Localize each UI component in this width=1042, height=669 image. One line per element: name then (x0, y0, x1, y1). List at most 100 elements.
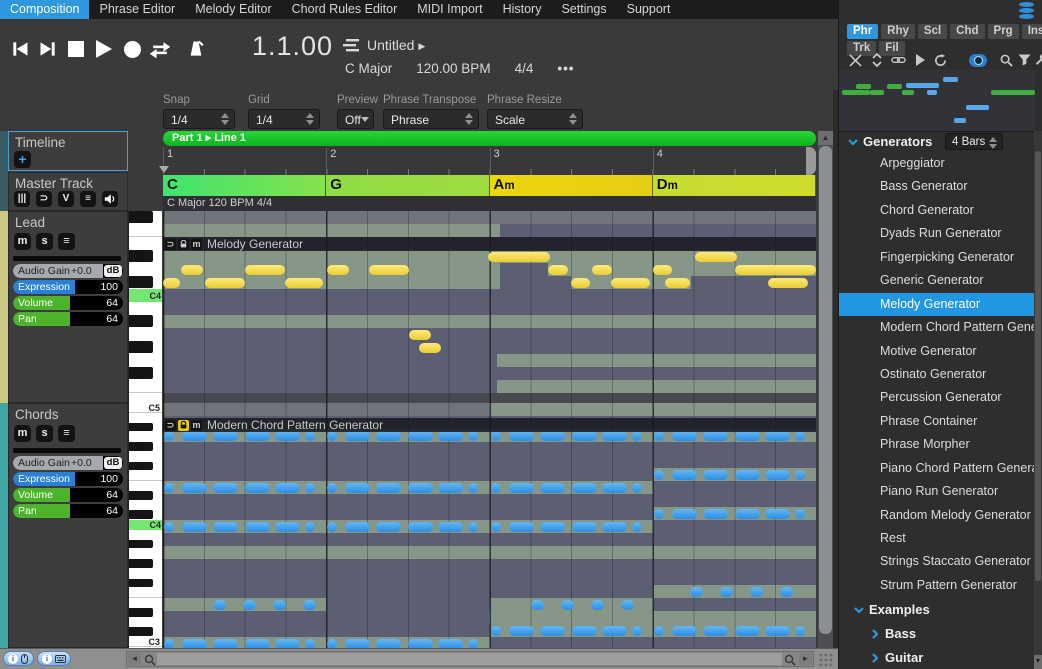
chords-note[interactable] (182, 431, 207, 441)
chords-note[interactable] (345, 522, 370, 532)
mute-icon[interactable]: m (191, 420, 202, 431)
song-title[interactable]: Untitled (367, 37, 414, 53)
chords-note[interactable] (765, 509, 790, 519)
lock-icon[interactable] (178, 420, 189, 431)
chords-note[interactable] (345, 639, 370, 649)
chords-note[interactable] (654, 431, 664, 441)
examples-header[interactable]: Examples (839, 599, 1035, 622)
piano-icon[interactable]: ||| (14, 191, 30, 207)
menu-item-phrase-editor[interactable]: Phrase Editor (89, 0, 185, 19)
generator-item-bass-generator[interactable]: Bass Generator (839, 175, 1035, 198)
highlighted-key-c4[interactable]: C4 (129, 520, 162, 530)
chevron-down-icon[interactable] (847, 136, 859, 148)
chords-note[interactable] (491, 431, 501, 441)
chords-note[interactable] (164, 522, 174, 532)
black-key[interactable] (129, 462, 153, 471)
chords-note[interactable] (408, 522, 433, 532)
black-key[interactable] (129, 250, 153, 262)
skip-start-icon[interactable] (8, 38, 32, 60)
chords-note[interactable] (765, 431, 790, 441)
chords-note[interactable] (509, 522, 534, 532)
scroll-up-icon[interactable]: ▲ (818, 131, 833, 145)
generator-item-piano-run-generator[interactable]: Piano Run Generator (839, 480, 1035, 503)
chords-note[interactable] (327, 431, 337, 441)
sidebar-scrollbar[interactable]: ▼ (1034, 131, 1042, 669)
wrench-icon[interactable] (1031, 52, 1042, 68)
chords-note[interactable] (690, 587, 703, 597)
phrase-header[interactable]: ⊃mModern Chord Pattern Generator (163, 418, 816, 432)
generator-item-dyads-run-generator[interactable]: Dyads Run Generator (839, 222, 1035, 245)
chords-note[interactable] (182, 522, 207, 532)
expression-slider[interactable]: Expression100 (13, 280, 123, 294)
generator-item-generic-generator[interactable]: Generic Generator (839, 269, 1035, 292)
generator-item-random-melody-generator[interactable]: Random Melody Generator (839, 504, 1035, 527)
more-options-icon[interactable]: ••• (557, 61, 574, 76)
chords-note[interactable] (164, 639, 174, 649)
tab-prg[interactable]: Prg (988, 24, 1019, 39)
chords-note[interactable] (245, 431, 270, 441)
chords-note[interactable] (245, 522, 270, 532)
piano-keyboard-lead[interactable]: C4 (128, 211, 162, 403)
chords-note[interactable] (305, 431, 315, 441)
ruler-resize-handle[interactable] (806, 147, 816, 175)
keyboard-help-badge[interactable]: i (37, 651, 71, 666)
speaker-icon[interactable] (102, 191, 118, 207)
horizontal-scrollbar[interactable]: ◄ ► (126, 651, 814, 667)
generators-header[interactable]: Generators 4 Bars (839, 133, 1035, 151)
playhead-marker[interactable] (159, 166, 169, 173)
roll-track-chords[interactable]: ⊃mModern Chord Pattern Generator (163, 403, 816, 648)
chords-note[interactable] (509, 483, 534, 493)
chords-note[interactable] (632, 483, 642, 493)
chords-note[interactable] (305, 522, 315, 532)
chords-note[interactable] (376, 483, 401, 493)
audio-gain-slider[interactable]: Audio Gain+0.0dB (13, 456, 123, 470)
chords-note[interactable] (327, 639, 337, 649)
generator-item-phrase-container[interactable]: Phrase Container (839, 410, 1035, 433)
chords-note[interactable] (438, 483, 463, 493)
chords-note[interactable] (345, 431, 370, 441)
chords-note[interactable] (491, 483, 501, 493)
vertical-scrollbar[interactable]: ▲ (818, 131, 833, 648)
tab-ins[interactable]: Ins (1022, 24, 1042, 39)
phrase-preview[interactable] (839, 70, 1035, 132)
chords-note[interactable] (491, 626, 501, 636)
melody-note[interactable] (285, 278, 323, 288)
chords-note[interactable] (540, 431, 565, 441)
black-key[interactable] (129, 367, 153, 379)
audio-gain-slider[interactable]: Audio Gain+0.0dB (13, 264, 123, 278)
examples-label[interactable]: Examples (869, 602, 930, 617)
generator-item-percussion-generator[interactable]: Percussion Generator (839, 386, 1035, 409)
melody-note[interactable] (488, 252, 550, 262)
chords-note[interactable] (245, 639, 270, 649)
add-track-button[interactable]: + (14, 151, 31, 168)
chords-note[interactable] (621, 600, 634, 610)
melody-note[interactable] (665, 278, 690, 288)
timeline-panel[interactable]: Timeline + (8, 131, 128, 171)
melody-note[interactable] (163, 278, 180, 288)
chords-note[interactable] (245, 483, 270, 493)
chords-note[interactable] (654, 509, 664, 519)
chords-note[interactable] (750, 587, 763, 597)
chords-note[interactable] (491, 522, 501, 532)
chords-note[interactable] (213, 600, 226, 610)
chords-note[interactable] (468, 483, 478, 493)
chords-note[interactable] (765, 470, 790, 480)
chords-note[interactable] (273, 600, 286, 610)
chords-note[interactable] (540, 522, 565, 532)
chords-note[interactable] (795, 626, 805, 636)
lock-icon[interactable] (178, 239, 189, 250)
preview-field[interactable]: Off (337, 109, 374, 129)
chords-note[interactable] (509, 626, 534, 636)
phrase-header[interactable]: ⊃mMelody Generator (163, 237, 816, 251)
generator-item-phrase-morpher[interactable]: Phrase Morpher (839, 433, 1035, 456)
generator-item-motive-generator[interactable]: Motive Generator (839, 340, 1035, 363)
visibility-icon[interactable] (969, 52, 987, 68)
scroll-down-icon[interactable]: ▼ (1034, 655, 1042, 669)
black-key[interactable] (129, 341, 153, 353)
menu-button[interactable]: ≡ (58, 233, 75, 250)
master-track-panel[interactable]: Master Track |||⊃V≡ (8, 172, 128, 211)
chords-note[interactable] (672, 470, 697, 480)
chords-note[interactable] (275, 431, 300, 441)
volume-slider[interactable]: Volume64 (13, 296, 123, 310)
melody-note[interactable] (181, 265, 203, 275)
